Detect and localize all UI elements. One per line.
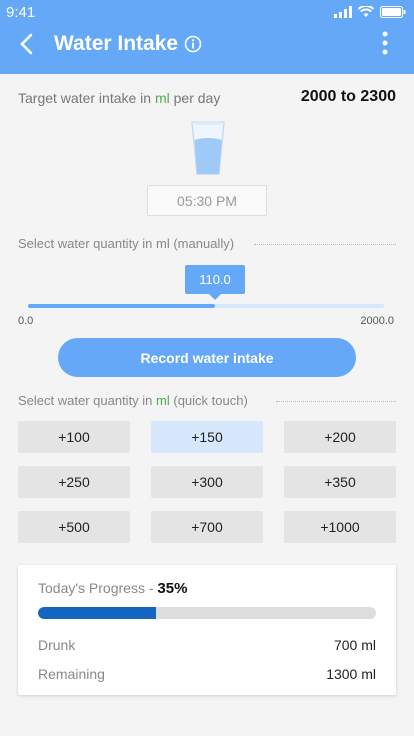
page-title: Water Intake [54,32,179,55]
progress-bar [38,607,376,619]
status-icons [334,6,406,18]
target-label-unit: ml [154,90,170,106]
quick-section-label: Select water quantity in ml (quick touch… [18,393,248,408]
slider-value: 110.0 [199,272,231,287]
target-label-prefix: Target water intake in [18,90,155,106]
target-label-suffix: per day [169,90,221,106]
app-bar: 9:41 Water Intake [0,0,414,74]
page-title-group: Water Intake [54,32,202,56]
drunk-row: Drunk 700 ml [38,637,376,653]
record-water-button[interactable]: Record water intake [58,338,356,377]
quick-add-button[interactable]: +1000 [284,511,396,543]
target-value: 2000 to 2300 [300,88,396,105]
more-vertical-icon [382,31,388,55]
quick-add-button[interactable]: +200 [284,421,396,453]
progress-card: Today's Progress - 35% Drunk 700 ml Rema… [18,565,396,695]
quick-add-button[interactable]: +700 [151,511,263,543]
drunk-label: Drunk [38,637,76,653]
quick-button-grid: +100 +150 +200 +250 +300 +350 +500 +700 … [18,421,396,543]
chevron-left-icon [20,33,33,55]
time-value: 05:30 PM [177,192,237,209]
quick-add-button[interactable]: +300 [151,466,263,498]
slider-min-label: 0.0 [18,315,34,327]
status-time: 9:41 [6,4,36,21]
manual-divider [254,244,396,245]
quick-divider [276,401,396,402]
water-glass-icon [191,121,225,175]
remaining-label: Remaining [38,666,105,682]
quick-add-button[interactable]: +100 [18,421,130,453]
back-button[interactable] [12,30,40,58]
quick-label-unit: ml [156,393,170,408]
progress-bar-fill [38,607,157,619]
target-label: Target water intake in ml per day [18,90,220,106]
quick-add-button[interactable]: +500 [18,511,130,543]
progress-title: Today's Progress - 35% [38,580,187,597]
quick-add-button-selected[interactable]: +150 [151,421,263,453]
quick-label-suffix: (quick touch) [169,393,248,408]
remaining-row: Remaining 1300 ml [38,666,376,682]
overflow-menu-button[interactable] [376,30,394,56]
quantity-slider[interactable] [28,304,384,308]
quick-label-prefix: Select water quantity in [18,393,157,408]
progress-title-prefix: Today's Progress - [38,580,158,596]
drunk-value: 700 ml [333,637,376,653]
info-icon[interactable] [184,35,202,53]
signal-icon [334,6,352,18]
quick-add-button[interactable]: +250 [18,466,130,498]
slider-value-bubble: 110.0 [185,265,245,300]
battery-icon [380,6,406,18]
remaining-value: 1300 ml [326,666,376,682]
time-picker[interactable]: 05:30 PM [147,185,267,216]
slider-max-label: 2000.0 [360,315,394,327]
slider-fill [28,304,215,308]
wifi-icon [358,6,374,17]
quick-add-button[interactable]: +350 [284,466,396,498]
progress-percent: 35% [157,580,188,597]
manual-section-label: Select water quantity in ml (manually) [18,236,235,251]
